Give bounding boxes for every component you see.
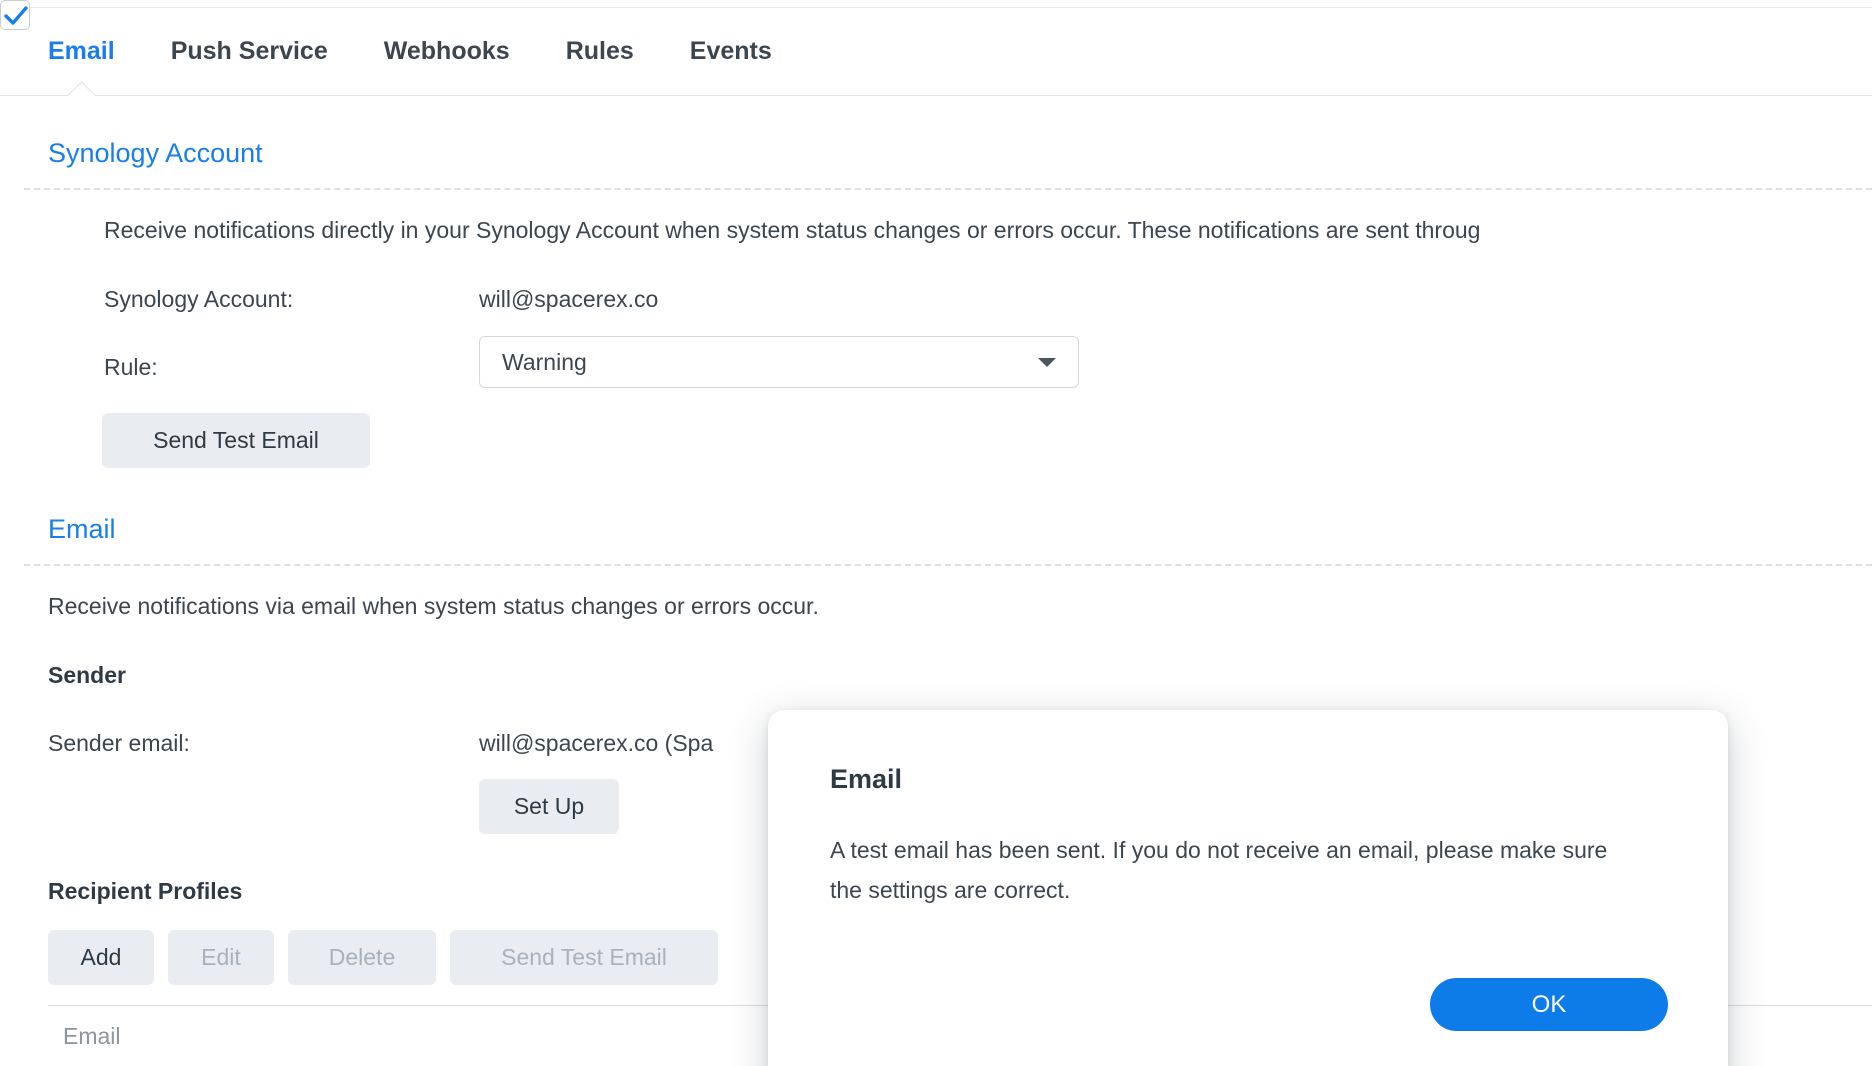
tab-bar-underline xyxy=(0,95,1872,96)
dialog-title: Email xyxy=(830,764,903,794)
notification-settings-page: Email Push Service Webhooks Rules Events… xyxy=(0,0,1872,1066)
section-title-synology-account: Synology Account xyxy=(48,138,263,168)
dialog-message: A test email has been sent. If you do no… xyxy=(830,837,1608,903)
recipient-edit-button[interactable]: Edit xyxy=(168,930,274,985)
sender-set-up-button[interactable]: Set Up xyxy=(479,779,619,834)
sender-email-label: Sender email: xyxy=(48,730,190,756)
synology-notifications-checkbox[interactable] xyxy=(0,0,30,30)
email-test-dialog: Email A test email has been sent. If you… xyxy=(768,710,1728,1066)
dialog-ok-button[interactable]: OK xyxy=(1430,978,1668,1031)
chevron-down-icon xyxy=(1038,358,1056,367)
rule-dropdown[interactable]: Warning xyxy=(479,336,1079,388)
rule-dropdown-value: Warning xyxy=(502,348,587,375)
check-icon xyxy=(4,6,28,25)
tab-email[interactable]: Email xyxy=(48,36,115,66)
recipient-add-button[interactable]: Add xyxy=(48,930,154,985)
synology-notifications-checkbox-label: Receive notifications directly in your S… xyxy=(104,217,1481,243)
tab-events[interactable]: Events xyxy=(690,36,772,66)
tab-webhooks[interactable]: Webhooks xyxy=(384,36,510,66)
recipient-delete-button[interactable]: Delete xyxy=(288,930,436,985)
section-title-email: Email xyxy=(48,514,116,544)
recipient-profiles-heading: Recipient Profiles xyxy=(48,878,243,904)
tab-bar: Email Push Service Webhooks Rules Events xyxy=(48,36,828,66)
tab-push-service[interactable]: Push Service xyxy=(171,36,328,66)
sender-email-value: will@spacerex.co (Spa xyxy=(479,730,714,756)
sender-heading: Sender xyxy=(48,662,126,688)
tab-rules[interactable]: Rules xyxy=(566,36,634,66)
recipient-table-column-email: Email xyxy=(63,1023,121,1049)
email-section-divider xyxy=(24,564,1872,566)
top-divider xyxy=(0,7,1872,8)
email-section-description: Receive notifications via email when sys… xyxy=(48,593,819,619)
active-tab-caret-icon xyxy=(67,80,97,96)
synology-send-test-email-button[interactable]: Send Test Email xyxy=(102,413,370,468)
synology-account-value: will@spacerex.co xyxy=(479,286,659,312)
recipient-send-test-email-button[interactable]: Send Test Email xyxy=(450,930,718,985)
synology-account-label: Synology Account: xyxy=(104,286,294,312)
synology-account-divider xyxy=(24,188,1872,190)
rule-label: Rule: xyxy=(104,354,158,380)
